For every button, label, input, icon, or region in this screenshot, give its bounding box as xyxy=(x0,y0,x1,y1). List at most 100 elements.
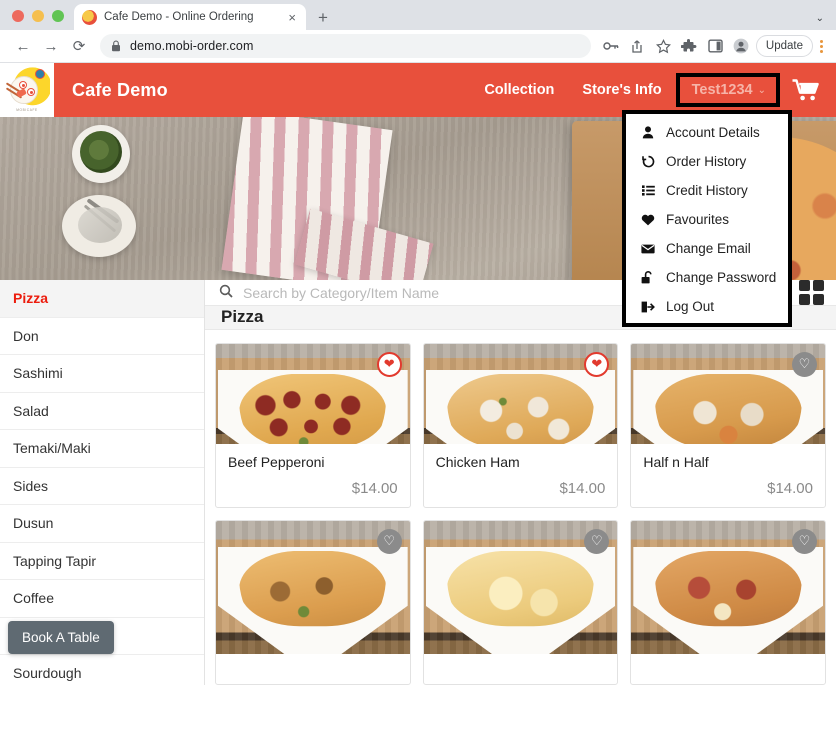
menu-item-label: Change Email xyxy=(666,241,751,256)
forward-button[interactable]: → xyxy=(38,33,64,59)
category-sidebar[interactable]: Pizza Don Sashimi Salad Temaki/Maki Side… xyxy=(0,280,205,685)
toolbar-icon-group xyxy=(599,38,750,55)
product-info xyxy=(424,654,618,684)
favourite-icon[interactable]: ♡ xyxy=(584,528,610,554)
menu-item-credit-history[interactable]: Credit History xyxy=(626,176,788,205)
browser-tab[interactable]: Cafe Demo - Online Ordering × xyxy=(74,4,306,30)
sidebar-item-temaki-maki[interactable]: Temaki/Maki xyxy=(0,430,204,468)
product-grid: ❤ Beef Pepperoni $14.00 ❤ Chicken Ham $1… xyxy=(205,330,836,685)
tab-close-icon[interactable]: × xyxy=(286,9,298,26)
minimize-window-button[interactable] xyxy=(32,10,44,22)
product-card[interactable]: ♡ xyxy=(422,519,619,685)
nav-link-collection[interactable]: Collection xyxy=(470,82,568,98)
product-card[interactable]: ♡ xyxy=(215,519,411,685)
product-name: Chicken Ham xyxy=(435,453,520,470)
sidebar-item-coffee[interactable]: Coffee xyxy=(0,580,204,618)
browser-toolbar: ← → ⟳ demo.mobi-order.com Update xyxy=(0,30,836,63)
grid-view-icon[interactable] xyxy=(799,280,824,306)
menu-item-favourites[interactable]: Favourites xyxy=(626,205,788,234)
product-area: Pizza ❤ Beef Pepperoni $14.00 xyxy=(205,280,836,685)
tab-search-icon[interactable]: ⌄ xyxy=(816,13,824,24)
product-image: ❤ xyxy=(216,343,410,444)
product-card[interactable]: ❤ Chicken Ham $14.00 xyxy=(422,342,619,508)
close-window-button[interactable] xyxy=(12,10,24,22)
product-card[interactable]: ♡ Half n Half $14.00 xyxy=(630,342,826,508)
favourite-icon[interactable]: ♡ xyxy=(792,528,817,554)
site-header: MOBICAFE Cafe Demo Collection Store's In… xyxy=(0,63,836,117)
cafe-logo-icon: MOBICAFE xyxy=(4,67,50,113)
product-card[interactable]: ♡ xyxy=(630,519,826,685)
menu-item-label: Change Password xyxy=(666,270,777,285)
sidebar-item-pizza[interactable]: Pizza xyxy=(0,280,204,318)
update-button[interactable]: Update xyxy=(755,35,813,57)
user-account-button[interactable]: Test1234 ⌄ xyxy=(675,73,780,107)
logo-caption: MOBICAFE xyxy=(16,108,38,112)
window-controls[interactable] xyxy=(0,10,74,30)
product-price: $14.00 xyxy=(767,479,813,497)
address-bar[interactable]: demo.mobi-order.com xyxy=(100,34,591,58)
lock-icon xyxy=(112,40,120,52)
product-name: Beef Pepperoni xyxy=(228,453,325,470)
heart-icon xyxy=(640,214,656,226)
reload-button[interactable]: ⟳ xyxy=(66,33,92,59)
product-image: ♡ xyxy=(631,520,825,654)
favourite-icon[interactable]: ♡ xyxy=(792,351,817,377)
product-card[interactable]: ❤ Beef Pepperoni $14.00 xyxy=(215,342,411,508)
maximize-window-button[interactable] xyxy=(52,10,64,22)
product-info xyxy=(631,654,825,684)
sidebar-item-don[interactable]: Don xyxy=(0,318,204,355)
sidebar-item-dusun[interactable]: Dusun xyxy=(0,505,204,543)
sidebar-item-sashimi[interactable]: Sashimi xyxy=(0,355,204,393)
star-icon[interactable] xyxy=(655,38,672,55)
brand-name: Cafe Demo xyxy=(72,79,168,100)
url-text: demo.mobi-order.com xyxy=(130,39,254,53)
new-tab-button[interactable]: + xyxy=(318,9,328,26)
page-content: Pizza Don Sashimi Salad Temaki/Maki Side… xyxy=(0,280,836,685)
menu-item-order-history[interactable]: Order History xyxy=(626,147,788,176)
share-icon[interactable] xyxy=(629,38,646,55)
menu-item-label: Order History xyxy=(666,154,747,169)
tab-strip: Cafe Demo - Online Ordering × + ⌄ xyxy=(0,0,836,30)
profile-icon[interactable] xyxy=(733,38,750,55)
account-dropdown-menu[interactable]: Account Details Order History Credit His… xyxy=(622,110,792,327)
product-image: ♡ xyxy=(216,520,410,654)
sidebar-item-tapping-tapir[interactable]: Tapping Tapir xyxy=(0,543,204,580)
product-price: $14.00 xyxy=(559,479,606,497)
sidebar-item-sourdough[interactable]: Sourdough xyxy=(0,655,204,685)
product-info: Chicken Ham $14.00 xyxy=(424,444,618,507)
browser-window: Cafe Demo - Online Ordering × + ⌄ ← → ⟳ … xyxy=(0,0,836,741)
favourite-icon[interactable]: ❤ xyxy=(584,351,610,377)
browser-menu-button[interactable] xyxy=(815,39,826,53)
menu-item-account-details[interactable]: Account Details xyxy=(626,118,788,147)
back-button[interactable]: ← xyxy=(10,33,36,59)
product-image: ❤ xyxy=(423,343,618,444)
menu-item-label: Favourites xyxy=(666,212,730,227)
menu-item-label: Log Out xyxy=(666,299,715,314)
site-logo[interactable]: MOBICAFE xyxy=(0,63,56,117)
logout-icon xyxy=(640,301,656,313)
favourite-icon[interactable]: ♡ xyxy=(376,528,402,554)
site-nav: Collection Store's Info Test1234 ⌄ xyxy=(470,73,836,107)
nav-link-stores-info[interactable]: Store's Info xyxy=(568,82,675,98)
chevron-down-icon: ⌄ xyxy=(757,84,766,96)
succulent-plant-image xyxy=(72,125,130,183)
cart-icon[interactable] xyxy=(780,78,824,102)
sidebar-item-sides[interactable]: Sides xyxy=(0,468,204,505)
menu-item-change-email[interactable]: Change Email xyxy=(626,234,788,263)
sidebar-item-salad[interactable]: Salad xyxy=(0,393,204,430)
side-panel-icon[interactable] xyxy=(707,38,724,55)
menu-item-label: Account Details xyxy=(666,125,760,140)
history-icon xyxy=(640,155,656,168)
book-a-table-button[interactable]: Book A Table xyxy=(8,621,114,654)
page-title: Pizza xyxy=(221,307,264,327)
menu-item-log-out[interactable]: Log Out xyxy=(626,292,788,321)
menu-item-change-password[interactable]: Change Password xyxy=(626,263,788,292)
favourite-icon[interactable]: ❤ xyxy=(376,351,402,377)
tab-title: Cafe Demo - Online Ordering xyxy=(104,11,254,23)
menu-item-label: Credit History xyxy=(666,183,748,198)
key-icon[interactable] xyxy=(603,38,620,55)
extensions-icon[interactable] xyxy=(681,38,698,55)
product-info: Beef Pepperoni $14.00 xyxy=(216,444,410,507)
product-image: ♡ xyxy=(423,520,618,654)
user-icon xyxy=(640,126,656,139)
